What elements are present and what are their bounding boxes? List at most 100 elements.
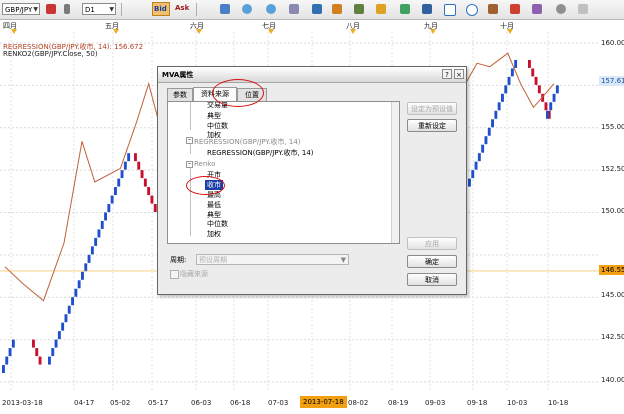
date-tick: 04-17: [74, 399, 95, 407]
ask-label: Ask: [175, 4, 190, 12]
grid-button[interactable]: [287, 2, 301, 16]
price-tick: 155.00: [601, 123, 624, 131]
hide-source-checkbox[interactable]: [170, 270, 179, 279]
price-tick: 142.50: [601, 333, 624, 341]
tree-group-regression[interactable]: REGRESSION(GBP/JPY.收市, 14): [194, 137, 301, 147]
help-icon: ?: [445, 71, 449, 79]
chart-type-button[interactable]: [310, 2, 324, 16]
collapse-icon[interactable]: −: [186, 161, 193, 168]
tree-item[interactable]: 最高: [207, 190, 221, 200]
tab-data-source[interactable]: 资料来源: [193, 87, 237, 101]
close-button[interactable]: ×: [454, 69, 464, 79]
pencil-button[interactable]: [374, 2, 388, 16]
chart-type-icon: [312, 4, 322, 14]
flag-icon: [46, 4, 56, 14]
dropdown-icon: [64, 4, 70, 14]
flag-button[interactable]: [44, 2, 58, 16]
tree-item[interactable]: 中位数: [207, 219, 228, 229]
renko-brick-up: [555, 85, 559, 94]
period-value: 预设周期: [199, 256, 227, 264]
image-button[interactable]: [398, 2, 412, 16]
tree-scrollbar[interactable]: [391, 102, 399, 243]
tree-line: [190, 166, 191, 236]
arrow-button[interactable]: [508, 2, 522, 16]
tab-parameters[interactable]: 参数: [167, 88, 193, 101]
renko-brick-up: [507, 76, 511, 85]
indicator-button[interactable]: [330, 2, 344, 16]
settings-button[interactable]: [554, 2, 568, 16]
save-button[interactable]: [420, 2, 434, 16]
renko-brick-up: [501, 93, 504, 102]
renko-brick-up: [497, 102, 501, 111]
renko-brick-up: [74, 288, 78, 297]
ok-button[interactable]: 确定: [407, 255, 457, 268]
dropdown-button[interactable]: [60, 2, 74, 16]
arrow-icon: [510, 4, 520, 14]
renko-brick-up: [504, 85, 508, 94]
help-button[interactable]: ?: [442, 69, 452, 79]
text-button[interactable]: [486, 2, 500, 16]
date-tick: 10-18: [548, 399, 569, 407]
renko-brick-up: [552, 93, 556, 102]
zoom-in-button[interactable]: [240, 2, 254, 16]
date-tick: 08-02: [348, 399, 369, 407]
zoom-out-button[interactable]: [264, 2, 278, 16]
renko-brick-down: [143, 178, 147, 187]
image-icon: [400, 4, 410, 14]
bid-button[interactable]: Bid: [152, 2, 170, 16]
tree-group-renko[interactable]: Renko: [194, 160, 215, 168]
line-draw-icon: [354, 4, 364, 14]
tree-item[interactable]: 开市: [207, 170, 221, 180]
renko-brick-down: [534, 76, 538, 85]
rectangle-icon: [444, 4, 456, 16]
cancel-button[interactable]: 取消: [407, 273, 457, 286]
rectangle-button[interactable]: [442, 2, 456, 16]
renko-brick-down: [38, 356, 42, 365]
renko-brick-down: [140, 170, 144, 179]
period-select[interactable]: 预设周期 ▼: [196, 254, 349, 265]
symbol-select[interactable]: GBP/JPY ▼: [2, 3, 40, 15]
tree-item[interactable]: 最低: [207, 200, 221, 210]
renko-brick-up: [477, 153, 481, 162]
line-draw-button[interactable]: [352, 2, 366, 16]
renko-brick-up: [123, 161, 127, 170]
tree-item-selected[interactable]: 收市: [205, 180, 223, 190]
tree-item[interactable]: REGRESSION(GBP/JPY.收市, 14): [207, 148, 314, 158]
renko-brick-down: [147, 187, 151, 196]
ask-button[interactable]: Ask: [174, 2, 192, 16]
renko-brick-down: [134, 153, 137, 162]
renko-brick-up: [491, 119, 494, 128]
tree-item[interactable]: 典型: [207, 111, 221, 121]
apply-button[interactable]: 应用: [407, 237, 457, 250]
date-tick: 09-03: [425, 399, 446, 407]
date-tick: 06-18: [230, 399, 251, 407]
renko-brick-up: [514, 59, 518, 68]
fibonacci-icon: [532, 4, 542, 14]
ellipse-button[interactable]: [464, 2, 478, 16]
period-label: 周期:: [170, 256, 187, 264]
date-tick: 05-17: [148, 399, 169, 407]
set-default-button[interactable]: 设定为预设值: [407, 102, 457, 115]
reset-button[interactable]: 重新设定: [407, 119, 457, 132]
timeframe-select[interactable]: D1 ▼: [82, 3, 116, 15]
renko-brick-up: [11, 339, 15, 348]
dialog-titlebar[interactable]: MVA属性 ? ×: [158, 67, 466, 83]
fibonacci-button[interactable]: [530, 2, 544, 16]
crosshair-button[interactable]: [218, 2, 232, 16]
renko-brick-up: [471, 170, 475, 179]
more-button[interactable]: [576, 2, 590, 16]
renko-brick-down: [528, 59, 531, 68]
renko-brick-up: [51, 348, 55, 357]
ellipse-icon: [466, 4, 478, 16]
tree-item[interactable]: 交易量: [207, 102, 228, 110]
chevron-down-icon: ▼: [340, 256, 346, 264]
tree-item[interactable]: 加权: [207, 229, 221, 239]
renko-brick-up: [549, 102, 553, 111]
tab-position[interactable]: 位置: [237, 88, 267, 101]
source-tree[interactable]: − − 交易量 典型 中位数 加权 REGRESSION(GBP/JPY.收市,…: [167, 101, 400, 244]
collapse-icon[interactable]: −: [186, 137, 193, 144]
renko-brick-up: [5, 356, 9, 365]
renko-brick-down: [544, 102, 548, 111]
renko-brick-up: [64, 314, 68, 323]
renko-brick-up: [100, 220, 104, 229]
